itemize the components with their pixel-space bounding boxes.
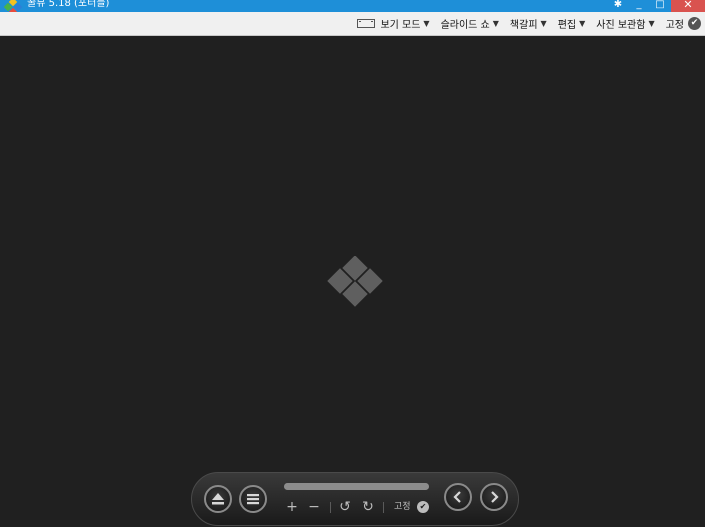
- window-controls: ✱ _ □ ✕: [607, 0, 705, 12]
- view-mode-icon: [357, 19, 376, 28]
- menu-bookmarks[interactable]: 책갈피 ▼: [510, 16, 547, 31]
- menu-edit[interactable]: 편집 ▼: [558, 16, 586, 31]
- menu-pin[interactable]: 고정 ✔: [666, 16, 701, 31]
- maximize-button[interactable]: □: [650, 0, 670, 12]
- menu-pin-label: 고정: [665, 20, 684, 31]
- close-button[interactable]: ✕: [671, 0, 705, 12]
- chevron-left-icon: [453, 491, 461, 503]
- menu-photo-archive-label: 사진 보관함: [596, 20, 646, 31]
- menu-edit-label: 편집: [557, 20, 577, 31]
- next-image-button[interactable]: [480, 483, 508, 511]
- menu-button[interactable]: [239, 485, 267, 513]
- menu-photo-archive[interactable]: 사진 보관함 ▼: [596, 16, 654, 31]
- eject-button[interactable]: [204, 485, 232, 513]
- zoom-in-button[interactable]: +: [284, 500, 300, 514]
- menu-bookmarks-label: 책갈피: [509, 20, 538, 31]
- menu-view-mode[interactable]: 보기 모드 ▼: [357, 16, 430, 31]
- zoom-out-button[interactable]: −: [306, 500, 322, 514]
- chevron-down-icon: ▼: [579, 19, 586, 28]
- rotate-left-button[interactable]: ↺: [337, 500, 353, 514]
- chevron-down-icon: ▼: [540, 19, 547, 28]
- progress-fill: [284, 483, 429, 490]
- pin-toggle-label[interactable]: 고정: [394, 501, 411, 513]
- toolbar-divider: [383, 502, 384, 513]
- image-progress-slider[interactable]: [284, 483, 429, 490]
- previous-image-button[interactable]: [444, 483, 472, 511]
- menu-slideshow-label: 슬라이드 쇼: [440, 20, 490, 31]
- menu-slideshow[interactable]: 슬라이드 쇼 ▼: [441, 16, 499, 31]
- menu-view-mode-label: 보기 모드: [380, 20, 421, 31]
- eject-icon: [212, 493, 224, 505]
- hamburger-menu-icon: [247, 494, 259, 505]
- window-title: 꿀뷰 5.18 (포터블): [27, 0, 110, 9]
- chevron-down-icon: ▼: [492, 19, 499, 28]
- bottom-control-bar: + − ↺ ↻ 고정 ✔: [191, 472, 519, 526]
- minimize-button[interactable]: _: [629, 0, 649, 12]
- chevron-down-icon: ▼: [648, 19, 655, 28]
- chevron-down-icon: ▼: [423, 19, 430, 28]
- app-window: 꿀뷰 5.18 (포터블) ✱ _ □ ✕ 보기 모드 ▼ 슬라이드 쇼 ▼ 책…: [0, 0, 705, 527]
- pin-window-button[interactable]: ✱: [608, 0, 628, 12]
- title-bar[interactable]: 꿀뷰 5.18 (포터블) ✱ _ □ ✕: [0, 0, 705, 17]
- chevron-right-icon: [491, 491, 499, 503]
- check-circle-icon[interactable]: ✔: [417, 501, 429, 513]
- rotate-right-button[interactable]: ↻: [360, 500, 376, 514]
- check-circle-icon: ✔: [688, 17, 701, 30]
- menu-bar: 보기 모드 ▼ 슬라이드 쇼 ▼ 책갈피 ▼ 편집 ▼ 사진 보관함 ▼ 고정 …: [0, 12, 705, 36]
- toolbar-divider: [330, 502, 331, 513]
- center-logo-icon: [327, 256, 383, 307]
